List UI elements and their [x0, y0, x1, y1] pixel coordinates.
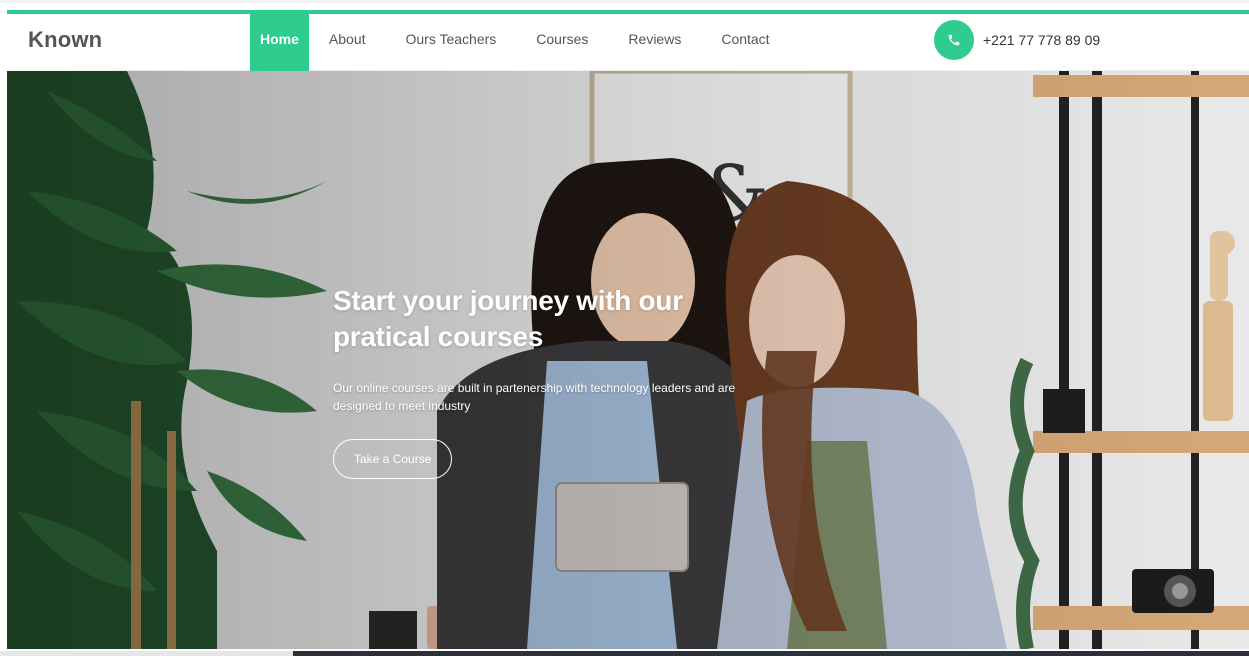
nav-link-home[interactable]: Home: [250, 14, 309, 71]
take-course-button[interactable]: Take a Course: [333, 439, 453, 479]
phone-contact[interactable]: +221 77 778 89 09: [934, 20, 1100, 60]
main-nav: Home About Ours Teachers Courses Reviews…: [250, 14, 790, 71]
nav-item-home: Home: [250, 14, 309, 71]
hero-content: Start your journey with our pratical cou…: [333, 283, 753, 479]
nav-item-reviews: Reviews: [608, 14, 701, 71]
hero-title-line-1: Start your journey with our: [333, 285, 683, 316]
nav-link-reviews[interactable]: Reviews: [608, 14, 701, 71]
page-bottom-edge: [0, 649, 1249, 656]
hero-title-line-2: pratical courses: [333, 321, 543, 352]
nav-item-about: About: [309, 14, 386, 71]
nav-item-courses: Courses: [516, 14, 608, 71]
nav-link-teachers[interactable]: Ours Teachers: [386, 14, 517, 71]
phone-number: +221 77 778 89 09: [983, 32, 1101, 48]
navbar: Known Home About Ours Teachers Courses R…: [7, 14, 1249, 71]
nav-item-contact: Contact: [701, 14, 789, 71]
hero-description: Our online courses are built in partener…: [333, 381, 736, 413]
hero-title: Start your journey with our pratical cou…: [333, 283, 753, 355]
phone-icon: [934, 20, 974, 60]
hero-section: &: [7, 71, 1249, 649]
nav-link-contact[interactable]: Contact: [701, 14, 789, 71]
browser-top-strip: [0, 0, 1249, 10]
brand-logo[interactable]: Known: [28, 14, 102, 71]
nav-link-about[interactable]: About: [309, 14, 386, 71]
nav-link-courses[interactable]: Courses: [516, 14, 608, 71]
nav-item-teachers: Ours Teachers: [386, 14, 517, 71]
